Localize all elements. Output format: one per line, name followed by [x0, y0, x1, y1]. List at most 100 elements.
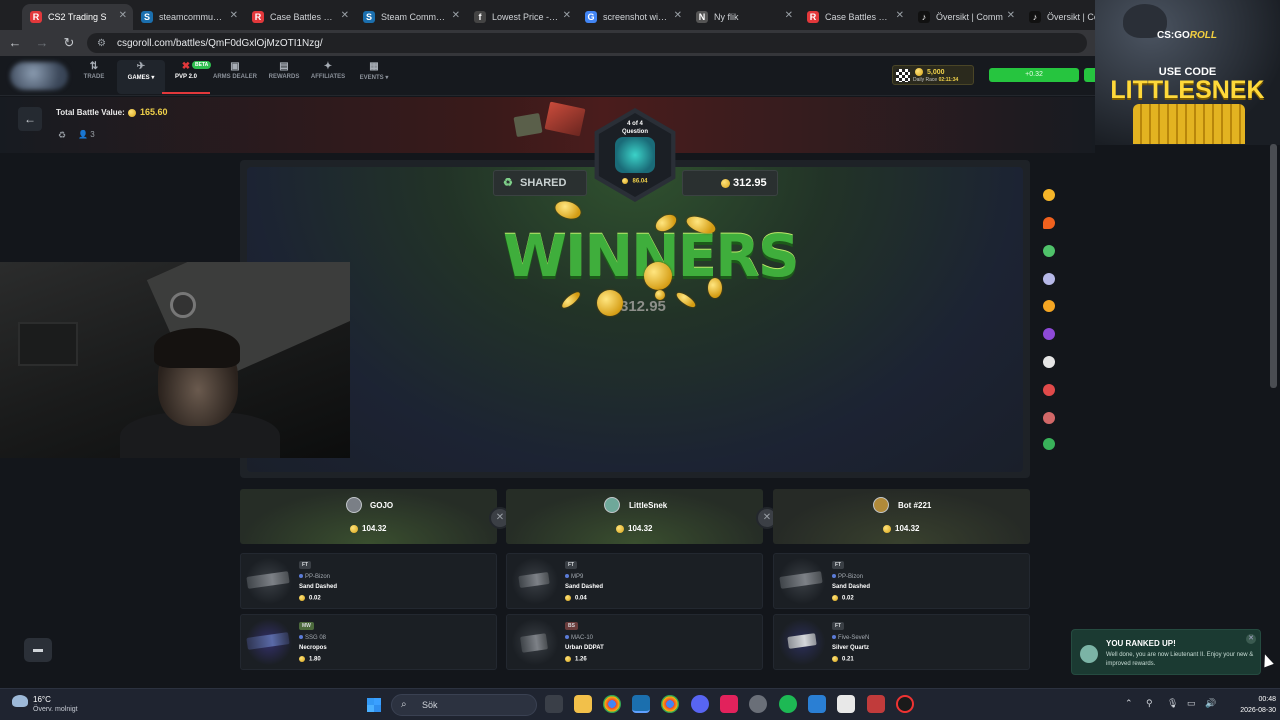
stream-promo-overlay: CS:GOROLL USE CODE LITTLESNEK — [1095, 0, 1280, 145]
close-icon[interactable]: ✕ — [785, 10, 793, 21]
player-name[interactable]: Bot #221 — [898, 501, 931, 510]
case-image — [513, 112, 543, 138]
site-settings-icon[interactable]: ⚙ — [97, 38, 109, 49]
weather-desc[interactable]: Överv. molnigt — [33, 706, 78, 713]
close-icon[interactable]: ✕ — [452, 10, 460, 21]
chrome-icon[interactable] — [661, 695, 679, 713]
back-arrow-icon[interactable]: ← — [3, 31, 27, 55]
browser-tab[interactable]: ♪ Översikt | Comm ✕ — [910, 4, 1021, 30]
taskbar-search[interactable]: ⌕ Sök — [391, 694, 537, 716]
avatar[interactable] — [604, 497, 620, 513]
spotify-icon[interactable] — [779, 695, 797, 713]
nav-arms-dealer[interactable]: ▣ ARMS DEALER — [211, 60, 259, 94]
item-card[interactable]: FT MP9 Sand Dashed 0.04 — [506, 553, 763, 609]
emoji-angry-icon[interactable] — [1043, 384, 1055, 396]
emoji-grin-icon[interactable] — [1043, 189, 1055, 201]
rarity-dot — [565, 574, 569, 579]
system-clock[interactable]: 00:48 2026-08-30 — [1232, 694, 1276, 716]
nav-events[interactable]: ▦ EVENTS ▾ — [350, 60, 398, 94]
item-card[interactable]: FT PP-Bizon Sand Dashed 0.02 — [240, 553, 497, 609]
cloud-icon[interactable] — [12, 695, 28, 707]
site-favicon-icon: R — [30, 11, 42, 23]
close-icon[interactable]: ✕ — [674, 10, 682, 21]
avatar[interactable] — [346, 497, 362, 513]
browser-tab[interactable]: R CS2 Trading S ✕ — [22, 4, 133, 30]
browser-tab[interactable]: R Case Battles at th ✕ — [244, 4, 355, 30]
bot-avatar[interactable] — [873, 497, 889, 513]
app-icon[interactable] — [808, 695, 826, 713]
wallet-balance[interactable]: +0.32 — [989, 68, 1079, 82]
nav-rewards[interactable]: ▤ REWARDS — [260, 60, 308, 94]
network-icon[interactable]: ⚲ — [1146, 698, 1153, 709]
checkered-flag-icon — [896, 69, 910, 82]
scrollbar[interactable] — [1270, 144, 1277, 388]
browser-tab[interactable]: Gscreenshot windo ✕ — [577, 4, 688, 30]
emoji-cool-icon[interactable] — [1043, 300, 1055, 312]
item-card[interactable]: FT PP-Bizon Sand Dashed 0.02 — [773, 553, 1030, 609]
steam-icon[interactable] — [632, 695, 650, 713]
site-logo[interactable] — [10, 62, 68, 90]
app-icon[interactable] — [837, 695, 855, 713]
file-explorer-icon[interactable] — [574, 695, 592, 713]
task-view-icon[interactable] — [545, 695, 563, 713]
volume-icon[interactable]: 🔊 — [1205, 698, 1216, 709]
emoji-fire-icon[interactable] — [1043, 217, 1055, 229]
item-card[interactable]: FT Five-SeveN Silver Quartz 0.21 — [773, 614, 1030, 670]
nav-trade[interactable]: ⇅ TRADE — [70, 60, 118, 94]
forward-arrow-icon[interactable]: → — [30, 31, 54, 55]
price-favicon-icon: f — [474, 11, 486, 23]
tab-title: Översikt | Comm — [936, 12, 1003, 22]
close-icon[interactable]: ✕ — [896, 10, 904, 21]
close-icon[interactable]: ✕ — [563, 10, 571, 21]
emoji-ghost-icon[interactable] — [1043, 273, 1055, 285]
tiktok-favicon-icon: ♪ — [918, 11, 930, 23]
battle-pot: 312.95 — [682, 170, 778, 196]
close-icon[interactable]: ✕ — [1007, 10, 1015, 21]
player-value: 104.32 — [883, 524, 919, 533]
race-prize: 5,000 — [915, 68, 945, 76]
close-icon[interactable]: ✕ — [1246, 634, 1256, 644]
windows-start-icon[interactable] — [367, 698, 381, 712]
nav-games[interactable]: ✈ GAMES ▾ — [117, 60, 165, 94]
emoji-skull-icon[interactable] — [1043, 356, 1055, 368]
chat-button[interactable]: ▬ — [24, 638, 52, 662]
search-icon: ⌕ — [401, 699, 407, 710]
nav-affiliates[interactable]: ✦ AFFILIATES — [304, 60, 352, 94]
emoji-devil-icon[interactable] — [1043, 328, 1055, 340]
player-name[interactable]: GOJO — [370, 501, 393, 510]
browser-tab[interactable]: R Case Battles at th ✕ — [799, 4, 910, 30]
weather-temp[interactable]: 16°C — [33, 695, 51, 704]
item-card[interactable]: BS MAC-10 Urban DDPAT 1.26 — [506, 614, 763, 670]
new-tab-favicon-icon: N — [696, 11, 708, 23]
chevron-up-icon[interactable]: ⌃ — [1125, 698, 1133, 709]
back-button[interactable]: ← — [18, 107, 42, 131]
nav-pvp[interactable]: BETA ✖ PVP 2.0 — [162, 60, 212, 94]
tiktok-icon[interactable] — [720, 695, 738, 713]
browser-tab[interactable]: S Steam Communit ✕ — [355, 4, 466, 30]
reload-icon[interactable]: ↻ — [57, 31, 81, 55]
discord-icon[interactable] — [691, 695, 709, 713]
settings-gear-icon[interactable] — [749, 695, 767, 713]
browser-tab[interactable]: f Lowest Price - CS ✕ — [466, 4, 577, 30]
close-icon[interactable]: ✕ — [230, 10, 238, 21]
microphone-icon[interactable]: 🎙 — [1167, 698, 1178, 709]
emoji-sick-icon[interactable] — [1043, 245, 1055, 257]
chrome-icon[interactable] — [603, 695, 621, 713]
url-input[interactable]: ⚙ csgoroll.com/battles/QmF0dGxlOjMzOTI1Nz… — [87, 33, 1087, 53]
emoji-clover-icon[interactable] — [1043, 438, 1055, 450]
skin-name: Necropos — [299, 645, 327, 651]
browser-tab[interactable]: N Ny flik ✕ — [688, 4, 799, 30]
address-bar: ← → ↻ ⚙ csgoroll.com/battles/QmF0dGxlOjMz… — [0, 30, 1280, 56]
emoji-mask-icon[interactable] — [1043, 412, 1055, 424]
item-card[interactable]: MW SSG 08 Necropos 1.80 — [240, 614, 497, 670]
player-name[interactable]: LittleSnek — [629, 501, 667, 510]
app-icon[interactable] — [867, 695, 885, 713]
coin-icon — [883, 524, 891, 533]
app-icon[interactable] — [896, 695, 914, 713]
close-icon[interactable]: ✕ — [119, 10, 127, 21]
close-icon[interactable]: ✕ — [341, 10, 349, 21]
player-card: LittleSnek 104.32 — [506, 489, 763, 544]
display-icon[interactable]: ▭ — [1187, 698, 1196, 709]
browser-tab[interactable]: Ssteamcommunity ✕ — [133, 4, 244, 30]
daily-race-widget[interactable]: 5,000 Daily Race 02:11:34 — [892, 65, 974, 85]
